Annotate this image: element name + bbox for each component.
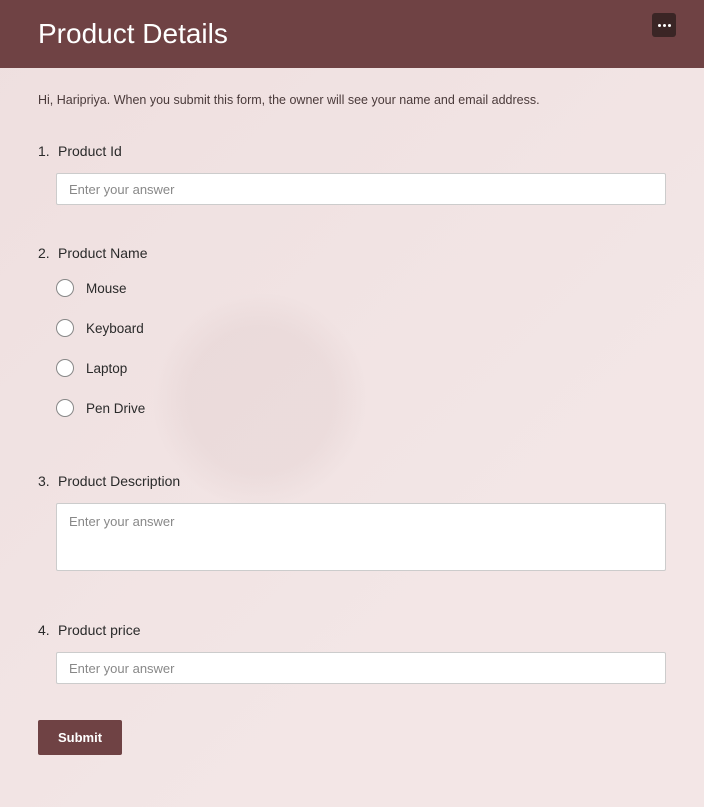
product-description-input[interactable]: [56, 503, 666, 571]
option-label: Pen Drive: [86, 401, 145, 416]
option-mouse[interactable]: Mouse: [56, 279, 666, 297]
radio-icon: [56, 319, 74, 337]
question-label: Product Description: [58, 473, 180, 489]
question-product-price: 4. Product price: [38, 622, 666, 684]
option-pen-drive[interactable]: Pen Drive: [56, 399, 666, 417]
question-number: 4.: [38, 622, 50, 638]
option-laptop[interactable]: Laptop: [56, 359, 666, 377]
option-label: Laptop: [86, 361, 127, 376]
radio-icon: [56, 359, 74, 377]
question-label: Product Id: [58, 143, 122, 159]
option-keyboard[interactable]: Keyboard: [56, 319, 666, 337]
form-header: Product Details: [0, 0, 704, 68]
radio-icon: [56, 279, 74, 297]
option-label: Mouse: [86, 281, 127, 296]
product-id-input[interactable]: [56, 173, 666, 205]
radio-icon: [56, 399, 74, 417]
question-label: Product price: [58, 622, 140, 638]
submit-button[interactable]: Submit: [38, 720, 122, 755]
option-label: Keyboard: [86, 321, 144, 336]
radio-options: Mouse Keyboard Laptop Pen Drive: [56, 279, 666, 417]
question-label: Product Name: [58, 245, 147, 261]
product-price-input[interactable]: [56, 652, 666, 684]
question-number: 3.: [38, 473, 50, 489]
privacy-notice: Hi, Haripriya. When you submit this form…: [38, 93, 666, 107]
question-number: 2.: [38, 245, 50, 261]
more-options-button[interactable]: [652, 13, 676, 37]
question-product-description: 3. Product Description: [38, 473, 666, 576]
ellipsis-icon: [658, 24, 671, 27]
form-title: Product Details: [38, 18, 228, 50]
question-number: 1.: [38, 143, 50, 159]
question-product-name: 2. Product Name Mouse Keyboard Laptop Pe…: [38, 245, 666, 417]
question-product-id: 1. Product Id: [38, 143, 666, 205]
form-content: Hi, Haripriya. When you submit this form…: [0, 68, 704, 775]
